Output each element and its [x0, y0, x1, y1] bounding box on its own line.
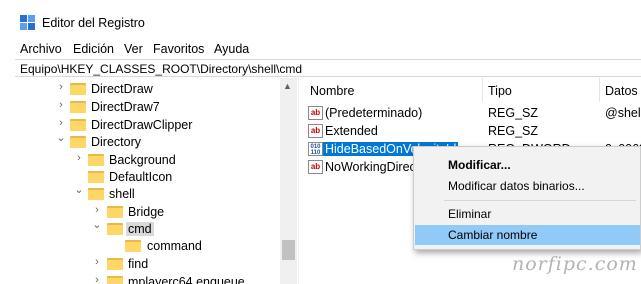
value-type: REG_SZ — [488, 124, 539, 138]
key-tree: › DirectDraw › DirectDraw7 › DirectDrawC… — [15, 78, 298, 284]
collapse-arrow-icon[interactable]: ⌄ — [73, 183, 85, 196]
menu-separator — [444, 200, 636, 201]
menu-item-label: Cambiar nombre — [448, 228, 538, 242]
menu-archivo[interactable]: Archivo — [20, 42, 62, 56]
registry-editor-icon — [20, 15, 36, 31]
menu-item-label: Modificar datos binarios... — [448, 179, 585, 193]
tree-item-label: DirectDraw7 — [91, 100, 160, 114]
value-type: REG_SZ — [488, 106, 539, 120]
value-name: Extended — [325, 124, 378, 138]
folder-icon — [70, 118, 86, 131]
tree-item-find[interactable]: › find — [15, 255, 281, 273]
folder-icon — [70, 82, 86, 95]
expand-arrow-icon[interactable]: › — [91, 256, 103, 268]
list-header: Nombre Tipo Datos — [303, 78, 641, 102]
column-header-tipo[interactable]: Tipo — [488, 84, 512, 98]
menu-item-modificar-binarios[interactable]: Modificar datos binarios... — [415, 176, 640, 196]
menu-item-cambiar-nombre[interactable]: Cambiar nombre — [415, 225, 640, 245]
tree-item-label: DirectDrawClipper — [91, 118, 193, 132]
scrollbar-thumb[interactable] — [282, 240, 295, 260]
tree-item-background[interactable]: › Background — [15, 151, 281, 169]
folder-icon — [107, 205, 123, 218]
menu-item-modificar[interactable]: Modificar... — [415, 155, 640, 175]
value-data: @shell — [605, 106, 641, 120]
menu-favoritos[interactable]: Favoritos — [153, 42, 204, 56]
expand-arrow-icon[interactable]: › — [55, 117, 67, 129]
tree-item-defaulticon[interactable]: DefaultIcon — [15, 168, 281, 186]
string-value-icon: ab — [308, 106, 323, 120]
tree-item-mplayerc64-enqueue[interactable]: › mplayerc64.enqueue — [15, 273, 281, 284]
menu-ayuda[interactable]: Ayuda — [214, 42, 249, 56]
context-menu: Modificar... Modificar datos binarios...… — [413, 146, 641, 250]
menu-item-eliminar[interactable]: Eliminar — [415, 204, 640, 224]
expand-arrow-icon[interactable]: › — [73, 152, 85, 164]
open-folder-icon — [70, 135, 86, 148]
tree-item-shell[interactable]: ⌄ shell — [15, 183, 281, 203]
table-row[interactable]: ab Extended REG_SZ — [303, 122, 641, 140]
column-header-nombre[interactable]: Nombre — [310, 84, 354, 98]
open-folder-icon — [107, 222, 123, 235]
column-divider[interactable] — [482, 78, 483, 102]
column-header-datos[interactable]: Datos — [605, 84, 638, 98]
tree-item-label: mplayerc64.enqueue — [128, 275, 245, 284]
column-divider[interactable] — [599, 78, 600, 102]
table-row[interactable]: ab (Predeterminado) REG_SZ @shell — [303, 104, 641, 122]
collapse-arrow-icon[interactable]: ⌄ — [91, 218, 103, 231]
folder-icon — [88, 153, 104, 166]
tree-scrollbar[interactable]: ▲ — [280, 78, 297, 284]
tree-item-label: Directory — [91, 135, 142, 149]
menu-item-label: Modificar... — [448, 158, 511, 172]
open-folder-icon — [88, 187, 104, 200]
expand-arrow-icon[interactable]: › — [91, 274, 103, 284]
scroll-up-arrow-icon[interactable]: ▲ — [283, 81, 292, 91]
tree-item-label: find — [128, 257, 149, 271]
watermark: norfipc.com — [512, 253, 638, 275]
address-bar[interactable]: Equipo\HKEY_CLASSES_ROOT\Directory\shell… — [15, 59, 641, 77]
tree-item-label: shell — [109, 187, 135, 201]
collapse-arrow-icon[interactable]: ⌄ — [55, 131, 67, 144]
tree-item-directdraw[interactable]: › DirectDraw — [15, 80, 281, 98]
menu-bar: Archivo Edición Ver Favoritos Ayuda — [0, 39, 641, 59]
tree-item-directory[interactable]: ⌄ Directory — [15, 131, 281, 151]
tree-item-bridge[interactable]: › Bridge — [15, 203, 281, 221]
title-bar: Editor del Registro — [0, 0, 641, 36]
tree-item-label: command — [147, 239, 202, 253]
menu-edicion[interactable]: Edición — [73, 42, 114, 56]
tree-item-command[interactable]: command — [15, 237, 281, 255]
expand-arrow-icon[interactable]: › — [55, 81, 67, 93]
tree-item-label: DefaultIcon — [109, 170, 173, 184]
tree-item-label: Background — [109, 153, 176, 167]
tree-item-label: DirectDraw — [91, 82, 153, 96]
value-name: (Predeterminado) — [325, 106, 423, 120]
expand-arrow-icon[interactable]: › — [55, 99, 67, 111]
window-title: Editor del Registro — [42, 16, 145, 30]
tree-item-label: cmd — [126, 222, 154, 236]
tree-item-label: Bridge — [128, 205, 165, 219]
folder-icon — [88, 170, 104, 183]
menu-item-label: Eliminar — [448, 207, 492, 221]
expand-arrow-icon[interactable]: › — [91, 204, 103, 216]
tree-item-cmd[interactable]: ⌄ cmd — [15, 218, 281, 238]
folder-icon — [107, 275, 123, 284]
string-value-icon: ab — [308, 124, 323, 138]
folder-icon — [125, 239, 141, 252]
folder-icon — [70, 100, 86, 113]
folder-icon — [107, 257, 123, 270]
menu-ver[interactable]: Ver — [124, 42, 143, 56]
binary-value-icon: 010 110 — [308, 142, 323, 156]
string-value-icon: ab — [308, 160, 323, 174]
tree-item-directdraw7[interactable]: › DirectDraw7 — [15, 98, 281, 116]
